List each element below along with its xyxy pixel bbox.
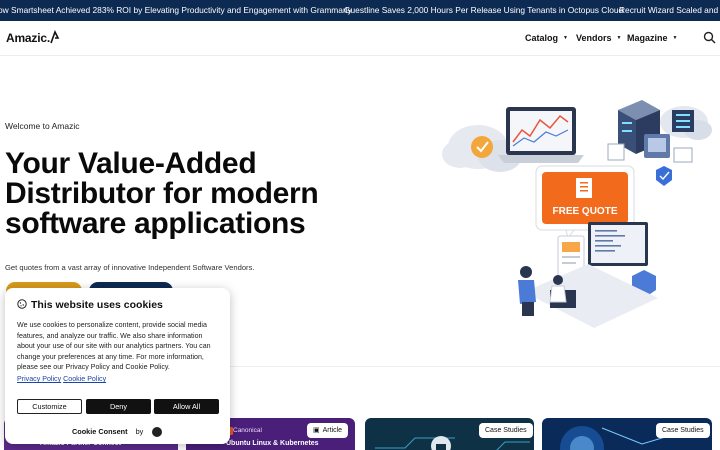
nav-magazine[interactable]: Magazine ▼ — [627, 33, 677, 43]
laptop-chart — [498, 107, 584, 163]
nav-vendors-label: Vendors — [576, 33, 612, 43]
site-header: Amazic. Catalog ▼ Vendors ▼ Magazine ▼ — [0, 21, 720, 56]
deny-button[interactable]: Deny — [86, 399, 151, 414]
cookie-body: We use cookies to personalize content, p… — [17, 321, 211, 372]
consent-provider-icon[interactable] — [152, 427, 162, 437]
ticker-item[interactable]: Recruit Wizard Scaled and Mo — [619, 5, 720, 15]
content-card[interactable]: Case Studies — [542, 418, 712, 450]
cookie-links: Privacy Policy Cookie Policy — [17, 375, 106, 383]
nav-catalog[interactable]: Catalog ▼ — [525, 33, 568, 43]
ticker-item[interactable]: Guestline Saves 2,000 Hours Per Release … — [344, 5, 623, 15]
card-type-badge: ▣ Article — [307, 423, 349, 438]
cookie-banner: This website uses cookies We use cookies… — [5, 288, 230, 444]
chevron-down-icon: ▼ — [563, 35, 568, 41]
page: ow Smartsheet Achieved 283% ROI by Eleva… — [0, 0, 720, 450]
allow-all-button[interactable]: Allow All — [154, 399, 219, 414]
nav-magazine-label: Magazine — [627, 33, 668, 43]
card-type-label: Article — [322, 427, 343, 434]
cookie-policy-link[interactable]: Cookie Policy — [63, 375, 106, 383]
consent-label: Cookie Consent — [72, 427, 128, 436]
cookie-consent-credit: Cookie Consent by — [72, 427, 143, 436]
customize-button[interactable]: Customize — [17, 399, 82, 414]
hero-subtitle: Get quotes from a vast array of innovati… — [5, 263, 255, 272]
document-icon: ▣ — [313, 427, 320, 434]
hero-illustration: FREE QUOTE — [442, 100, 712, 328]
logo-mark-icon — [50, 30, 60, 44]
card-type-badge: Case Studies — [479, 423, 533, 438]
card-brand: Canonical — [233, 427, 262, 434]
nav-catalog-label: Catalog — [525, 33, 559, 43]
card-title: Ubuntu Linux & Kubernetes — [226, 440, 319, 447]
hero-eyebrow: Welcome to Amazic — [5, 121, 80, 131]
search-icon[interactable] — [703, 31, 716, 44]
nav-vendors[interactable]: Vendors ▼ — [576, 33, 621, 43]
ticker-item[interactable]: ow Smartsheet Achieved 283% ROI by Eleva… — [0, 5, 352, 15]
chevron-down-icon: ▼ — [672, 35, 678, 41]
section-divider — [230, 366, 720, 367]
hero-title: Your Value-Added Distributor for modern … — [5, 147, 319, 240]
card-type-badge: Case Studies — [656, 423, 710, 438]
content-card[interactable]: Case Studies — [365, 418, 534, 450]
cookie-title: This website uses cookies — [31, 299, 163, 311]
privacy-policy-link[interactable]: Privacy Policy — [17, 375, 61, 383]
news-ticker: ow Smartsheet Achieved 283% ROI by Eleva… — [0, 0, 720, 21]
site-logo[interactable]: Amazic. — [6, 31, 50, 45]
cookie-icon — [17, 299, 27, 309]
consent-by: by — [135, 427, 144, 436]
free-quote-label: FREE QUOTE — [552, 206, 617, 217]
chevron-down-icon: ▼ — [616, 35, 622, 41]
